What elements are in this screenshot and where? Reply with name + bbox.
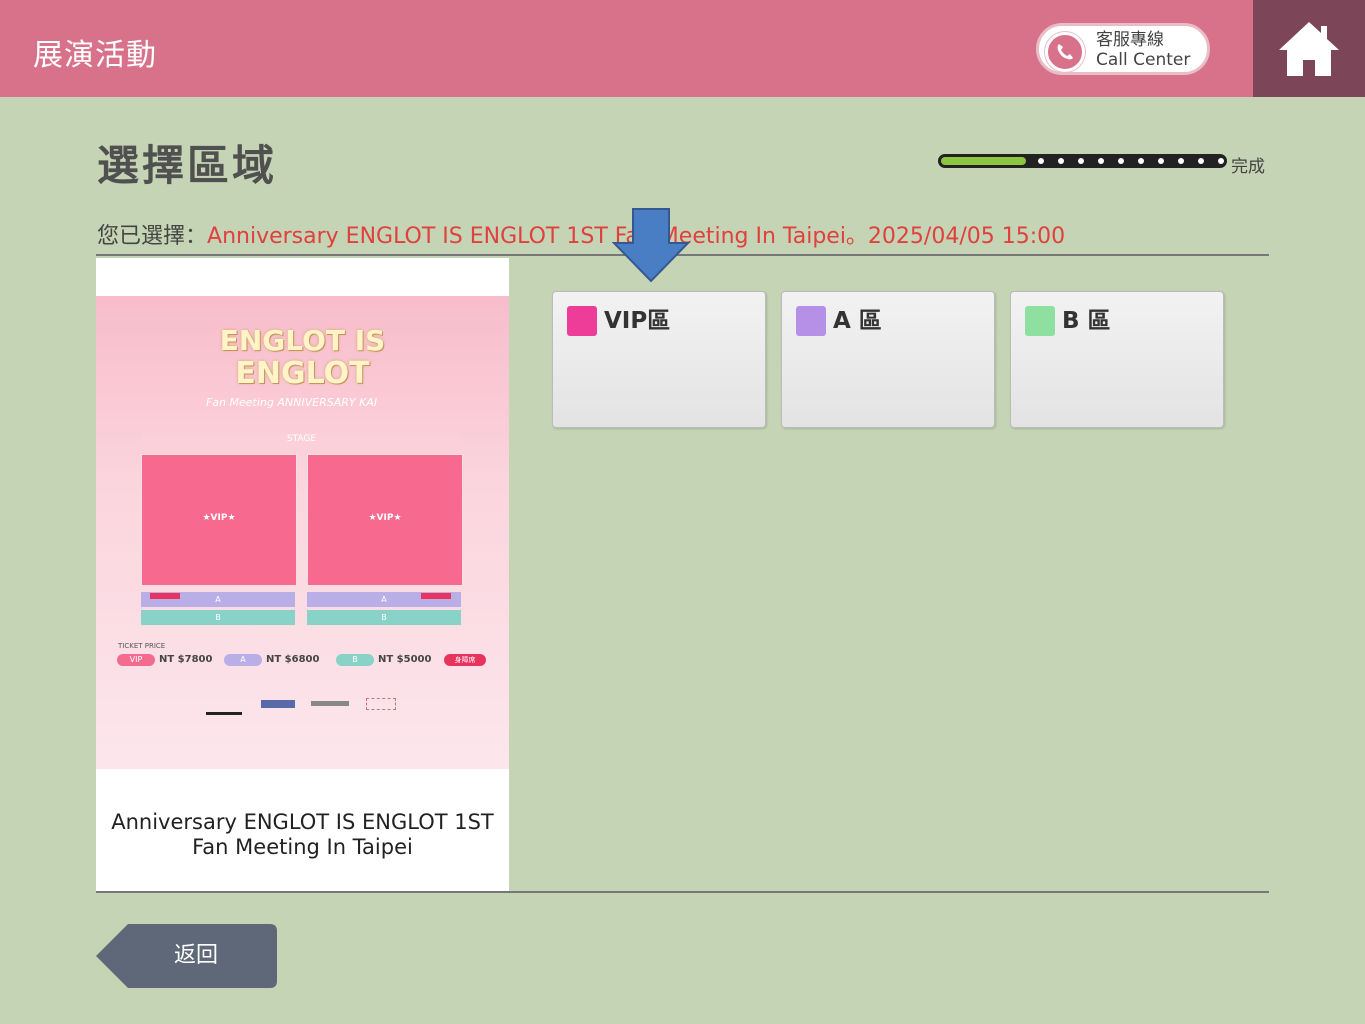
zone-label: VIP區 [604,308,671,334]
selection-prefix: 您已選擇： [97,224,208,249]
progress-step-dot [1198,158,1204,164]
event-name-line1: Anniversary ENGLOT IS ENGLOT 1ST [111,810,494,834]
poster-stage: STAGE [142,433,461,445]
down-arrow-icon [612,208,691,283]
zone-button-a[interactable]: A 區 [781,291,995,428]
event-card: ENGLOT IS ENGLOT Fan Meeting ANNIVERSARY… [96,258,509,891]
zone-label: A 區 [833,308,882,334]
back-button[interactable]: 返回 [96,924,277,988]
poster-logo-line1: ENGLOT IS [219,324,386,357]
call-center-button[interactable]: 客服專線 Call Center [1036,23,1210,75]
zone-color-swatch [796,306,826,336]
phone-icon [1045,32,1085,72]
progress-step-dot [1178,158,1184,164]
poster-vip-block-left: ★VIP★ [141,454,297,586]
poster-price-vip-badge: VIP [117,654,155,666]
poster-accessible-right [421,593,451,599]
progress-step-dot [1038,158,1044,164]
poster-b-left: B [141,610,295,625]
event-name-line2: Fan Meeting In Taipei [192,835,413,859]
poster-ticket-price-label: TICKET PRICE [118,642,166,650]
progress-step-dot [1078,158,1084,164]
progress-bar [938,154,1227,168]
home-button[interactable] [1253,0,1365,97]
event-name: Anniversary ENGLOT IS ENGLOT 1ST Fan Mee… [96,810,509,860]
sponsor-logo-4 [366,698,396,710]
progress-label: 完成 [1231,157,1265,177]
zone-color-swatch [567,306,597,336]
poster-price-a-badge: A [224,654,262,666]
zone-button-vip[interactable]: VIP區 [552,291,766,428]
poster-price-vip: NT $7800 [159,654,213,665]
progress-step-dot [1138,158,1144,164]
sponsor-logo-2 [261,700,295,708]
poster-price-a: NT $6800 [266,654,320,665]
zone-label: B 區 [1062,308,1111,334]
progress-fill [941,157,1026,165]
selection-summary: 您已選擇：Anniversary ENGLOT IS ENGLOT 1ST Fa… [97,218,1065,250]
progress-step-dot [1118,158,1124,164]
zone-button-b[interactable]: B 區 [1010,291,1224,428]
poster-accessible-left [150,593,180,599]
sponsor-logo-1 [206,696,242,715]
progress-step-dot [1158,158,1164,164]
poster-vip-label-right: ★VIP★ [368,513,402,523]
call-center-label-en: Call Center [1096,50,1191,70]
poster-price-b-badge: B [336,654,374,666]
section-title: 展演活動 [33,38,157,73]
poster-b-right: B [307,610,461,625]
poster-price-b: NT $5000 [378,654,432,665]
poster-vip-label-left: ★VIP★ [202,513,236,523]
call-center-label-zh: 客服專線 [1096,30,1164,50]
top-header: 展演活動 客服專線 Call Center [0,0,1365,97]
event-poster: ENGLOT IS ENGLOT Fan Meeting ANNIVERSARY… [96,296,509,769]
poster-sponsor-logos [206,696,396,715]
home-icon [1279,22,1339,76]
poster-accessible-badge: 身障席 [444,654,486,666]
poster-subtitle: Fan Meeting ANNIVERSARY KAI [206,396,378,409]
progress-step-dot [1218,158,1224,164]
sponsor-logo-3 [311,701,349,706]
progress-step-dot [1058,158,1064,164]
zone-color-swatch [1025,306,1055,336]
page-title: 選擇區域 [97,141,278,190]
back-label: 返回 [173,943,218,968]
poster-logo-line2: ENGLOT [235,356,370,391]
bottom-divider [96,891,1269,893]
progress-step-dot [1098,158,1104,164]
poster-vip-block-right: ★VIP★ [307,454,463,586]
